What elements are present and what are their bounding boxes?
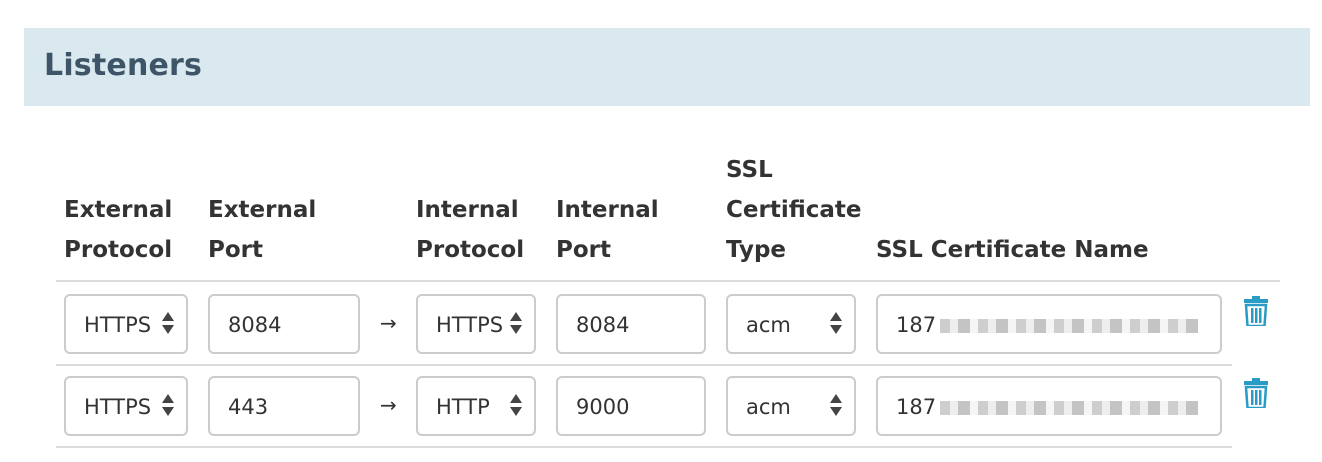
section-header: Listeners <box>24 28 1310 106</box>
header-text: SSL Certificate Name <box>876 237 1149 263</box>
ssl-certificate-type-select[interactable]: acm <box>726 294 856 354</box>
selected-value: HTTP <box>436 395 490 419</box>
header-ssl-certificate-type: SSL Certificate Type <box>726 150 862 270</box>
header-text: Protocol <box>64 237 173 263</box>
header-text: Internal <box>556 197 659 223</box>
header-text: Port <box>556 237 611 263</box>
section-title: Listeners <box>44 48 203 83</box>
row-divider <box>56 364 1232 366</box>
selected-value: HTTPS <box>84 313 152 337</box>
selected-value: acm <box>746 313 791 337</box>
trash-icon[interactable] <box>1244 296 1268 326</box>
input-value: 443 <box>228 395 269 419</box>
input-value: 8084 <box>228 313 282 337</box>
internal-port-input[interactable]: 8084 <box>556 294 706 354</box>
right-arrow-icon: → <box>380 311 397 335</box>
certificate-prefix: 187 <box>896 313 937 337</box>
header-ssl-certificate-name: SSL Certificate Name <box>876 230 1149 270</box>
external-port-input[interactable]: 443 <box>208 376 360 436</box>
input-value: 8084 <box>576 313 630 337</box>
updown-arrows-icon <box>510 390 524 422</box>
external-port-input[interactable]: 8084 <box>208 294 360 354</box>
external-protocol-select[interactable]: HTTPS <box>64 294 188 354</box>
input-value: 9000 <box>576 395 630 419</box>
row-divider <box>56 446 1232 448</box>
redacted-text <box>940 401 1199 415</box>
ssl-certificate-name-field[interactable]: 187 <box>876 294 1222 354</box>
header-divider <box>56 280 1280 282</box>
certificate-prefix: 187 <box>896 395 937 419</box>
header-text: Port <box>208 237 263 263</box>
updown-arrows-icon <box>510 308 524 340</box>
updown-arrows-icon <box>162 390 176 422</box>
header-text: External <box>208 197 317 223</box>
header-external-port: External Port <box>208 190 316 270</box>
certificate-name-value: 187 <box>896 395 1199 419</box>
header-text: SSL <box>726 157 773 183</box>
updown-arrows-icon <box>162 308 176 340</box>
internal-port-input[interactable]: 9000 <box>556 376 706 436</box>
trash-icon[interactable] <box>1244 378 1268 408</box>
header-text: Protocol <box>416 237 525 263</box>
external-protocol-select[interactable]: HTTPS <box>64 376 188 436</box>
certificate-name-value: 187 <box>896 313 1199 337</box>
selected-value: HTTPS <box>436 313 504 337</box>
ssl-certificate-type-select[interactable]: acm <box>726 376 856 436</box>
header-text: Internal <box>416 197 519 223</box>
header-text: Certificate <box>726 197 862 223</box>
header-internal-protocol: Internal Protocol <box>416 190 524 270</box>
updown-arrows-icon <box>830 390 844 422</box>
header-text: Type <box>726 237 787 263</box>
ssl-certificate-name-field[interactable]: 187 <box>876 376 1222 436</box>
header-external-protocol: External Protocol <box>64 190 172 270</box>
redacted-text <box>940 319 1199 333</box>
right-arrow-icon: → <box>380 393 397 417</box>
internal-protocol-select[interactable]: HTTP <box>416 376 536 436</box>
header-text: External <box>64 197 173 223</box>
selected-value: acm <box>746 395 791 419</box>
header-internal-port: Internal Port <box>556 190 659 270</box>
updown-arrows-icon <box>830 308 844 340</box>
selected-value: HTTPS <box>84 395 152 419</box>
internal-protocol-select[interactable]: HTTPS <box>416 294 536 354</box>
